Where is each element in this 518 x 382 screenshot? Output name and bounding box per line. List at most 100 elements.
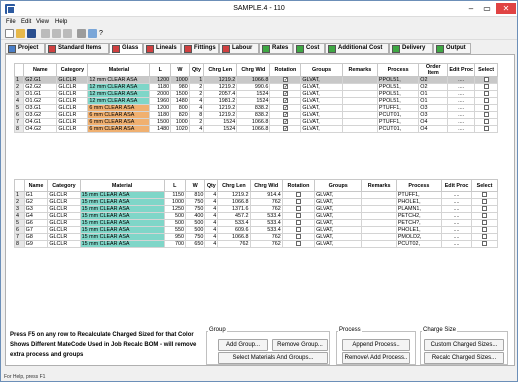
edit-proc-cell[interactable]: .... (440, 198, 473, 206)
category-cell[interactable]: GLCLR (56, 104, 89, 112)
menu-view[interactable]: View (36, 19, 49, 25)
charged-width-cell[interactable]: 990.6 (236, 83, 271, 91)
category-cell[interactable]: GLCLR (47, 240, 81, 248)
edit-proc-cell[interactable]: .... (440, 240, 473, 248)
qty-cell[interactable]: 4 (204, 233, 219, 241)
qty-cell[interactable]: 8 (188, 111, 205, 119)
width-cell[interactable]: 980 (170, 83, 190, 91)
copy-icon[interactable] (52, 29, 61, 38)
column-header[interactable]: Order Item (418, 63, 449, 77)
order-item-cell[interactable]: O2 (418, 83, 449, 91)
tab-fittings[interactable]: Fittings (181, 43, 219, 54)
rotation-cell[interactable] (281, 205, 316, 213)
menu-file[interactable]: File (6, 19, 16, 25)
length-cell[interactable]: 950 (163, 233, 186, 241)
table-row[interactable]: 1 G2.G1 GLCLR 12 mm CLEAR ASA 1200 1000 1 1219.… (13, 76, 498, 84)
material-cell[interactable]: 15 mm CLEAR ASA (79, 219, 165, 227)
process-cell[interactable]: PPOL51, (376, 76, 420, 84)
charged-length-cell[interactable]: 1981.2 (203, 97, 238, 105)
help-icon[interactable]: ? (99, 29, 108, 38)
charged-length-cell[interactable]: 1066.8 (217, 198, 251, 206)
tab-output[interactable]: Output (433, 43, 471, 54)
column-header[interactable]: Qty (204, 179, 219, 192)
edit-proc-cell[interactable]: .... (440, 191, 473, 199)
checkbox-icon[interactable] (282, 119, 288, 125)
checkbox-icon[interactable] (295, 192, 301, 198)
qty-cell[interactable]: 1 (188, 76, 205, 84)
qty-cell[interactable]: 2 (188, 118, 205, 126)
new-file-icon[interactable] (5, 29, 14, 38)
name-cell[interactable]: G2 (23, 198, 49, 206)
length-cell[interactable]: 1180 (149, 83, 172, 91)
category-cell[interactable]: GLCLR (47, 226, 81, 234)
groups-cell[interactable]: GLVAT, (314, 191, 363, 199)
process-cell[interactable]: PCUT02, (395, 240, 442, 248)
remarks-cell[interactable] (361, 240, 397, 248)
order-item-cell[interactable]: O3 (418, 104, 449, 112)
column-header[interactable]: Material (79, 179, 165, 192)
material-cell[interactable]: 6 mm CLEAR ASA (87, 111, 151, 119)
table-row[interactable]: 4 O1.G2 GLCLR 12 mm CLEAR ASA 1960 1480 4 1981.… (13, 97, 498, 105)
select-cell[interactable] (474, 76, 498, 84)
column-header[interactable]: Chrg Len (203, 63, 238, 77)
column-header[interactable]: Category (47, 179, 81, 192)
width-cell[interactable]: 800 (170, 104, 190, 112)
material-cell[interactable]: 12 mm CLEAR ASA (87, 97, 151, 105)
charged-width-cell[interactable]: 762 (249, 240, 283, 248)
column-header[interactable]: L (149, 63, 172, 77)
material-cell[interactable]: 15 mm CLEAR ASA (79, 226, 165, 234)
edit-proc-cell[interactable]: .... (440, 233, 473, 241)
order-item-cell[interactable]: O4 (418, 125, 449, 133)
groups-cell[interactable]: GLVAT, (314, 233, 363, 241)
material-cell[interactable]: 15 mm CLEAR ASA (79, 240, 165, 248)
category-cell[interactable]: GLCLR (56, 111, 89, 119)
groups-cell[interactable]: GLVAT, (300, 118, 343, 126)
name-cell[interactable]: G7 (23, 226, 49, 234)
material-cell[interactable]: 15 mm CLEAR ASA (79, 191, 165, 199)
column-header[interactable]: Process (376, 63, 420, 77)
remarks-cell[interactable] (361, 205, 397, 213)
order-item-cell[interactable]: O1 (418, 90, 449, 98)
checkbox-icon[interactable] (295, 227, 301, 233)
length-cell[interactable]: 1200 (149, 104, 172, 112)
length-cell[interactable]: 1150 (163, 191, 186, 199)
tab-labour[interactable]: Labour (219, 43, 259, 54)
column-header[interactable]: Groups (300, 63, 343, 77)
qty-cell[interactable]: 4 (204, 219, 219, 227)
edit-proc-cell[interactable]: .... (447, 125, 476, 133)
charged-length-cell[interactable]: 1524 (203, 118, 238, 126)
groups-cell[interactable]: GLVAT, (300, 111, 343, 119)
charged-length-cell[interactable]: 457.2 (217, 212, 251, 220)
rotation-cell[interactable] (269, 125, 302, 133)
process-cell[interactable]: PTUFF1, (376, 104, 420, 112)
groups-cell[interactable]: GLVAT, (314, 212, 363, 220)
remove-group-button[interactable]: Remove Group... (272, 339, 328, 351)
category-cell[interactable]: GLCLR (56, 83, 89, 91)
qty-cell[interactable]: 2 (188, 83, 205, 91)
checkbox-icon[interactable] (483, 84, 489, 90)
charged-width-cell[interactable]: 533.4 (249, 212, 283, 220)
length-cell[interactable]: 500 (163, 219, 186, 227)
category-cell[interactable]: GLCLR (56, 125, 89, 133)
charged-length-cell[interactable]: 2057.4 (203, 90, 238, 98)
category-cell[interactable]: GLCLR (56, 76, 89, 84)
tab-delivery[interactable]: Delivery (389, 43, 433, 54)
groups-cell[interactable]: GLVAT, (314, 219, 363, 227)
checkbox-icon[interactable] (482, 192, 488, 198)
rotation-cell[interactable] (269, 76, 302, 84)
tab-project[interactable]: Project (5, 43, 45, 54)
table-row[interactable]: 2 G2 GLCLR 15 mm CLEAR ASA 1000 750 4 1066.8 762… (14, 198, 498, 206)
qty-cell[interactable]: 4 (204, 198, 219, 206)
info-icon[interactable] (88, 29, 97, 38)
groups-cell[interactable]: GLVAT, (314, 198, 363, 206)
length-cell[interactable]: 550 (163, 226, 186, 234)
length-cell[interactable]: 1200 (149, 76, 172, 84)
checkbox-icon[interactable] (282, 84, 288, 90)
charged-width-cell[interactable]: 533.4 (249, 226, 283, 234)
column-header[interactable]: Remarks (361, 179, 397, 192)
column-header[interactable]: W (170, 63, 190, 77)
groups-cell[interactable]: GLVAT, (314, 205, 363, 213)
rotation-cell[interactable] (269, 97, 302, 105)
name-cell[interactable]: G1 (23, 191, 49, 199)
checkbox-icon[interactable] (482, 234, 488, 240)
